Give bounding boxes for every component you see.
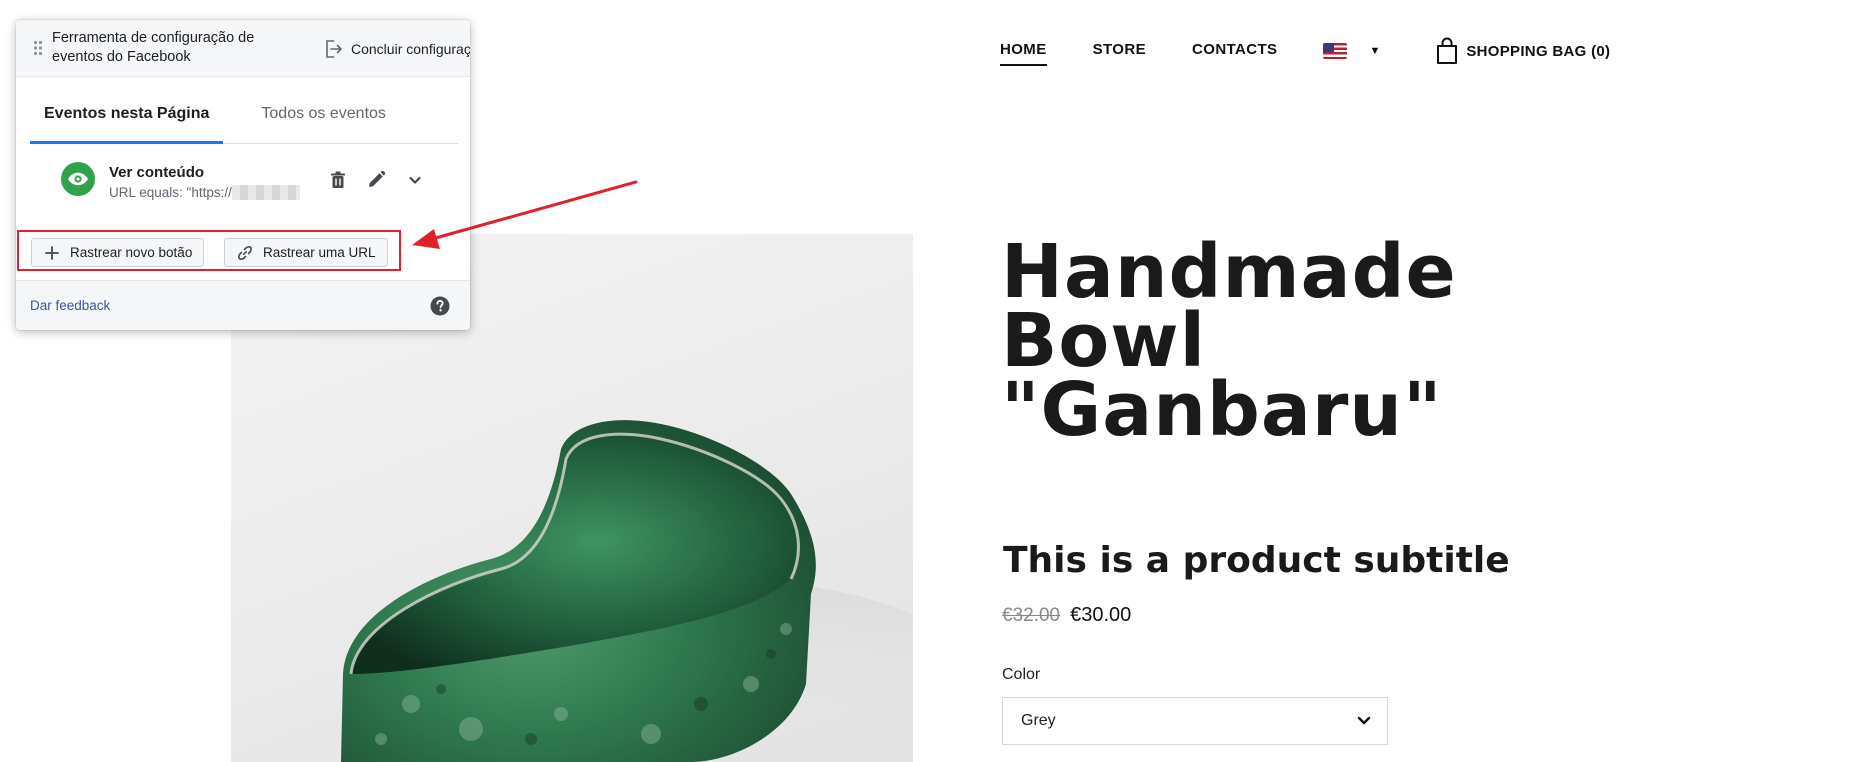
fb-tabs: Eventos nesta Página Todos os eventos	[30, 102, 458, 144]
pencil-icon[interactable]	[366, 170, 386, 190]
tab-events-on-page[interactable]: Eventos nesta Página	[30, 102, 224, 144]
fb-panel-footer: Dar feedback	[16, 280, 470, 330]
nav-store-link[interactable]: STORE	[1093, 41, 1146, 62]
nav-home-link[interactable]: HOME	[1000, 41, 1047, 66]
finish-setup-button[interactable]: Concluir configuração	[323, 37, 470, 61]
trash-icon[interactable]	[328, 170, 348, 190]
track-url-button[interactable]: Rastrear uma URL	[224, 238, 388, 267]
shopping-bag-link[interactable]: SHOPPING BAG (0)	[1436, 37, 1610, 65]
event-rule: URL equals: "https://	[109, 185, 300, 200]
track-actions-highlight: Rastrear novo botão Rastrear uma URL	[17, 230, 401, 271]
track-new-button-button[interactable]: Rastrear novo botão	[31, 238, 205, 267]
event-badge	[61, 162, 95, 196]
event-name: Ver conteúdo	[109, 164, 205, 181]
shopping-bag-label: SHOPPING BAG (0)	[1466, 42, 1611, 60]
product-title-line: "Ganbaru"	[1001, 367, 1443, 453]
us-flag-icon	[1323, 43, 1348, 59]
color-select[interactable]: Grey	[1002, 697, 1388, 745]
fb-event-setup-panel: Ferramenta de configuração de eventos do…	[16, 20, 470, 330]
fb-panel-title: Ferramenta de configuração de eventos do…	[52, 30, 255, 65]
product-title: Handmade Bowl "Ganbaru"	[1001, 235, 1561, 447]
color-select-value: Grey	[1021, 712, 1056, 729]
help-icon[interactable]	[430, 296, 450, 316]
finish-setup-label: Concluir configuração	[351, 41, 470, 57]
tab-all-events[interactable]: Todos os eventos	[247, 102, 400, 142]
nav-contacts-link[interactable]: CONTACTS	[1192, 41, 1277, 62]
event-rule-text: URL equals: "https://	[109, 185, 232, 200]
tab-label: Eventos nesta Página	[44, 105, 210, 122]
drag-handle-icon[interactable]	[33, 40, 43, 56]
color-label: Color	[1002, 666, 1041, 683]
track-url-label: Rastrear uma URL	[263, 245, 376, 260]
event-row: Ver conteúdo URL equals: "https://	[61, 162, 451, 214]
price-row: €32.00 €30.00	[1002, 604, 1131, 627]
shopping-bag-icon	[1437, 37, 1458, 64]
give-feedback-link[interactable]: Dar feedback	[30, 298, 110, 313]
fb-panel-header: Ferramenta de configuração de eventos do…	[16, 20, 470, 77]
site-nav: HOME STORE CONTACTS ▼ SHOPPING BAG (0)	[1000, 36, 1610, 66]
track-new-button-label: Rastrear novo botão	[70, 245, 193, 260]
link-icon	[238, 245, 252, 260]
exit-icon	[326, 40, 342, 58]
plus-icon	[45, 245, 59, 260]
caret-down-icon: ▼	[1369, 45, 1381, 57]
chevron-down-icon[interactable]	[405, 170, 425, 190]
chevron-down-icon	[1357, 716, 1371, 725]
old-price: €32.00	[1002, 605, 1061, 626]
eye-icon	[68, 172, 88, 186]
product-subtitle: This is a product subtitle	[1003, 540, 1510, 581]
redacted-url	[231, 185, 300, 200]
page: HOME STORE CONTACTS ▼ SHOPPING BAG (0) H…	[0, 0, 1852, 762]
language-select[interactable]: ▼	[1323, 43, 1380, 59]
tab-label: Todos os eventos	[261, 105, 386, 122]
current-price: €30.00	[1070, 604, 1132, 626]
